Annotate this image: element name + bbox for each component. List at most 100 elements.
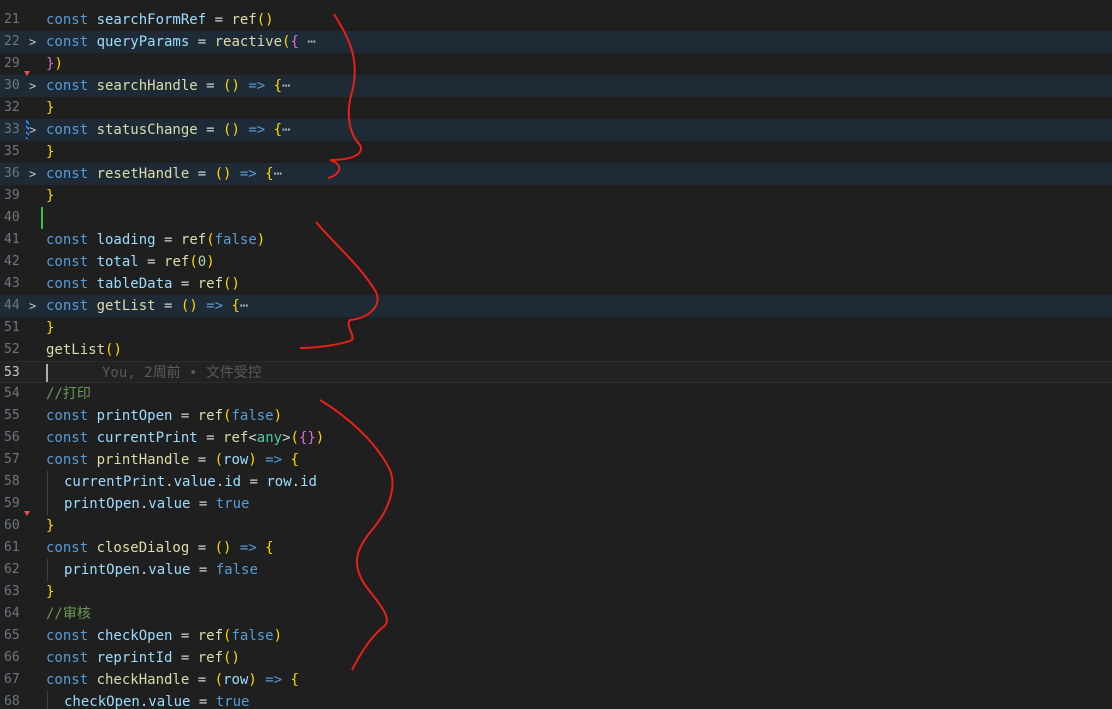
fold-chevron-icon[interactable]: > [29, 295, 41, 317]
code-line[interactable]: 64 //审核 [0, 603, 1112, 625]
code-token: id [300, 474, 317, 490]
code-token: reactive [214, 34, 283, 50]
code-line[interactable]: 62 printOpen.value = false [0, 559, 1112, 581]
indent-guide [47, 471, 48, 493]
fold-chevron-icon[interactable]: > [29, 31, 41, 53]
code-line[interactable]: 22 > const queryParams = reactive({ ⋯ [0, 31, 1112, 53]
code-token: true [215, 496, 250, 512]
line-number: 65 [4, 628, 20, 643]
code-text: //打印 [46, 383, 91, 405]
code-line[interactable]: 66 const reprintId = ref() [0, 647, 1112, 669]
code-line[interactable]: 68 checkOpen.value = true [0, 691, 1112, 709]
code-token: const [46, 540, 97, 556]
code-token: () [105, 342, 122, 358]
code-token: false [231, 628, 274, 644]
code-token: printHandle [96, 452, 190, 468]
fold-chevron-icon[interactable]: > [29, 119, 41, 141]
code-text: printOpen.value = false [64, 559, 258, 581]
code-line[interactable]: 52 getList() [0, 339, 1112, 361]
code-text: const statusChange = () => {⋯ [46, 119, 290, 141]
code-token: row [223, 672, 249, 688]
code-token: => [256, 672, 291, 688]
code-line[interactable]: 54 //打印 [0, 383, 1112, 405]
code-token: ( [206, 232, 215, 248]
code-token: ) [248, 452, 257, 468]
code-line[interactable]: 39} [0, 185, 1112, 207]
code-text: const searchFormRef = ref() [46, 9, 274, 31]
code-line[interactable]: 67 const checkHandle = (row) => { [0, 669, 1112, 691]
code-token: id [224, 474, 242, 490]
line-number: 21 [4, 12, 20, 27]
code-token: ) [273, 408, 283, 424]
fold-chevron-icon[interactable]: > [29, 75, 41, 97]
code-line[interactable]: 32} [0, 97, 1112, 119]
code-line[interactable]: 56 const currentPrint = ref<any>({}) [0, 427, 1112, 449]
code-line[interactable]: 59 printOpen.value = true [0, 493, 1112, 515]
code-line[interactable]: 21 const searchFormRef = ref() [0, 9, 1112, 31]
code-text: const checkOpen = ref(false) [46, 625, 282, 647]
code-line[interactable]: 30 > const searchHandle = () => {⋯ [0, 75, 1112, 97]
code-text: //审核 [46, 603, 91, 625]
code-token: () [214, 166, 232, 182]
code-token: { [290, 34, 299, 50]
line-number: 53 [4, 365, 20, 380]
line-number: 58 [4, 474, 20, 489]
code-token: = [172, 276, 198, 292]
code-line[interactable]: 51} [0, 317, 1112, 339]
code-token: ( [214, 452, 224, 468]
code-editor[interactable]: 21 const searchFormRef = ref() 22 > const qu… [0, 0, 1112, 709]
code-token: { [290, 452, 299, 468]
code-token: () [223, 78, 240, 94]
code-line[interactable]: 42 const total = ref(0) [0, 251, 1112, 273]
code-token: = [172, 408, 198, 424]
code-line[interactable]: 57 const printHandle = (row) => { [0, 449, 1112, 471]
code-line[interactable]: 36 > const resetHandle = () => {⋯ [0, 163, 1112, 185]
code-token: ( [214, 672, 224, 688]
code-token: {} [298, 430, 316, 446]
code-line[interactable]: 35} [0, 141, 1112, 163]
code-token: = [155, 232, 181, 248]
line-number: 68 [4, 694, 20, 709]
code-text: const total = ref(0) [46, 251, 215, 273]
code-token: checkHandle [96, 672, 190, 688]
code-token: } [46, 320, 55, 336]
code-token: ) [206, 254, 215, 270]
code-token: true [215, 694, 250, 709]
line-number: 57 [4, 452, 20, 467]
line-number: 41 [4, 232, 20, 247]
code-line[interactable]: 63} [0, 581, 1112, 603]
code-line[interactable]: 41 const loading = ref(false) [0, 229, 1112, 251]
code-line[interactable]: 33 > const statusChange = () => {⋯ [0, 119, 1112, 141]
line-number: 52 [4, 342, 20, 357]
code-text: const loading = ref(false) [46, 229, 265, 251]
code-token: = [189, 452, 215, 468]
code-token: ⋯ [273, 166, 283, 182]
code-token: () [256, 12, 274, 28]
code-text: const searchHandle = () => {⋯ [46, 75, 290, 97]
code-line[interactable]: 58 currentPrint.value.id = row.id [0, 471, 1112, 493]
code-line[interactable]: 44 > const getList = () => {⋯ [0, 295, 1112, 317]
code-line[interactable]: 53 You, 2周前 • 文件受控 [0, 361, 1112, 383]
line-number: 67 [4, 672, 20, 687]
code-line[interactable]: 29}) [0, 53, 1112, 75]
code-text: } [46, 515, 54, 537]
code-line[interactable]: 65 const checkOpen = ref(false) [0, 625, 1112, 647]
code-token: ) [315, 430, 325, 446]
code-text: const currentPrint = ref<any>({}) [46, 427, 324, 449]
code-token: const [46, 650, 97, 666]
code-token: = [155, 298, 181, 314]
line-number: 44 [4, 298, 20, 313]
code-token: //审核 [46, 606, 91, 622]
code-line[interactable]: 43 const tableData = ref() [0, 273, 1112, 295]
code-token: const [46, 276, 97, 292]
fold-chevron-icon[interactable]: > [29, 163, 41, 185]
code-token: reprintId [96, 650, 173, 666]
code-line[interactable]: 55 const printOpen = ref(false) [0, 405, 1112, 427]
line-number: 51 [4, 320, 20, 335]
code-line[interactable]: 61 const closeDialog = () => { [0, 537, 1112, 559]
code-line[interactable]: 60} [0, 515, 1112, 537]
code-line[interactable]: 40 [0, 207, 1112, 229]
line-number: 63 [4, 584, 20, 599]
code-token: = [206, 12, 232, 28]
line-number: 35 [4, 144, 20, 159]
